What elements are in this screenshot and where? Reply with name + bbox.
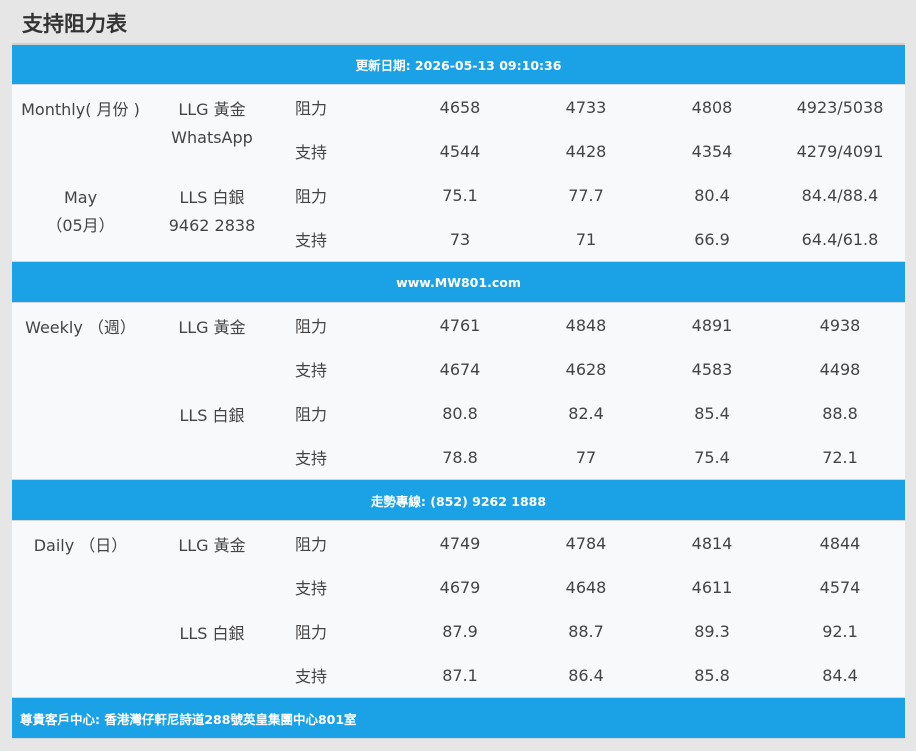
value-cell: 4544 xyxy=(439,141,481,161)
monthly-gold-sub: WhatsApp xyxy=(171,128,253,147)
row-type: 支持 xyxy=(295,579,328,598)
value-cell: 4814 xyxy=(691,533,733,553)
hotline-band-row: 走勢專線: (852) 9262 1888 xyxy=(12,479,905,521)
row-type: 支持 xyxy=(295,143,328,162)
address-text: 尊貴客戶中心: 香港灣仔軒尼詩道288號英皇集團中心801室 xyxy=(12,697,905,739)
daily-gold-cell: LLG 黃金 xyxy=(149,521,275,610)
hotline-text: 走勢專線: (852) 9262 1888 xyxy=(12,479,905,521)
monthly-gold-cell: LLG 黃金 WhatsApp xyxy=(149,85,275,174)
value-cell: 89.3 xyxy=(694,621,730,641)
value-cell: 4761 xyxy=(439,315,481,335)
address-band-row: 尊貴客戶中心: 香港灣仔軒尼詩道288號英皇集團中心801室 xyxy=(12,697,905,739)
value-cell: 4938 xyxy=(819,315,861,335)
monthly-period-cell: Monthly( 月份 ) xyxy=(12,85,149,174)
value-cell: 80.8 xyxy=(442,403,478,423)
monthly-silver-sub: 9462 2838 xyxy=(168,216,256,235)
row-type: 支持 xyxy=(295,361,328,380)
value-cell: 92.1 xyxy=(822,621,858,641)
value-cell: 4808 xyxy=(691,97,733,117)
value-cell: 4733 xyxy=(565,97,607,117)
value-cell: 4891 xyxy=(691,315,733,335)
row-type: 支持 xyxy=(295,449,328,468)
value-cell: 4749 xyxy=(439,533,481,553)
value-cell: 85.8 xyxy=(694,665,730,685)
value-cell: 4923/5038 xyxy=(796,97,884,117)
update-band-row: 更新日期: 2026-05-13 09:10:36 xyxy=(12,43,905,85)
row-type: 阻力 xyxy=(295,535,328,554)
value-cell: 88.7 xyxy=(568,621,604,641)
monthly-gold-label: LLG 黃金 xyxy=(178,100,246,119)
value-cell: 87.1 xyxy=(442,665,478,685)
row-type: 阻力 xyxy=(295,405,328,424)
value-cell: 84.4 xyxy=(822,665,858,685)
table-row: May （05月） LLS 白銀 9462 2838 阻力 75.1 77.7 … xyxy=(12,173,905,236)
value-cell: 85.4 xyxy=(694,403,730,423)
row-type: 支持 xyxy=(295,231,328,250)
value-cell: 4574 xyxy=(819,577,861,597)
daily-gold-label: LLG 黃金 xyxy=(178,536,246,555)
value-cell: 4628 xyxy=(565,359,607,379)
daily-silver-cell: LLS 白銀 xyxy=(149,609,275,698)
table-row: Monthly( 月份 ) LLG 黃金 WhatsApp 阻力 4658 47… xyxy=(12,85,905,148)
value-cell: 4611 xyxy=(691,577,733,597)
support-resistance-table: 更新日期: 2026-05-13 09:10:36 Monthly( 月份 ) … xyxy=(12,43,905,739)
value-cell: 4498 xyxy=(819,359,861,379)
value-cell: 4648 xyxy=(565,577,607,597)
value-cell: 4844 xyxy=(819,533,861,553)
monthly-month-cell: May （05月） xyxy=(12,173,149,262)
value-cell: 72.1 xyxy=(822,447,858,467)
value-cell: 86.4 xyxy=(568,665,604,685)
daily-silver-label: LLS 白銀 xyxy=(179,624,245,643)
weekly-gold-label: LLG 黃金 xyxy=(178,318,246,337)
monthly-silver-cell: LLS 白銀 9462 2838 xyxy=(149,173,275,262)
monthly-period-label: Monthly( 月份 ) xyxy=(21,100,140,119)
value-cell: 4279/4091 xyxy=(796,141,884,161)
row-type: 阻力 xyxy=(295,317,328,336)
weekly-period-label: Weekly （週） xyxy=(25,318,136,337)
value-cell: 88.8 xyxy=(822,403,858,423)
monthly-month-label: May xyxy=(63,188,98,207)
value-cell: 4354 xyxy=(691,141,733,161)
weekly-gold-cell: LLG 黃金 xyxy=(149,303,275,392)
weekly-silver-label: LLS 白銀 xyxy=(179,406,245,425)
update-date-text: 更新日期: 2026-05-13 09:10:36 xyxy=(12,43,905,85)
website-band-row: www.MW801.com xyxy=(12,261,905,303)
daily-period-cell: Daily （日） xyxy=(12,521,149,698)
value-cell: 78.8 xyxy=(442,447,478,467)
weekly-period-cell: Weekly （週） xyxy=(12,303,149,480)
value-cell: 64.4/61.8 xyxy=(801,229,879,249)
monthly-silver-label: LLS 白銀 xyxy=(179,188,245,207)
page-title: 支持阻力表 xyxy=(22,12,127,36)
weekly-silver-cell: LLS 白銀 xyxy=(149,391,275,480)
value-cell: 71 xyxy=(575,229,597,249)
value-cell: 4848 xyxy=(565,315,607,335)
value-cell: 4679 xyxy=(439,577,481,597)
value-cell: 75.1 xyxy=(442,185,478,205)
value-cell: 80.4 xyxy=(694,185,730,205)
value-cell: 87.9 xyxy=(442,621,478,641)
value-cell: 82.4 xyxy=(568,403,604,423)
value-cell: 4428 xyxy=(565,141,607,161)
value-cell: 4583 xyxy=(691,359,733,379)
row-type: 阻力 xyxy=(295,623,328,642)
value-cell: 77 xyxy=(575,447,597,467)
value-cell: 77.7 xyxy=(568,185,604,205)
website-link[interactable]: www.MW801.com xyxy=(12,261,905,303)
value-cell: 75.4 xyxy=(694,447,730,467)
value-cell: 66.9 xyxy=(694,229,730,249)
row-type: 阻力 xyxy=(295,187,328,206)
value-cell: 73 xyxy=(449,229,471,249)
table-row: Weekly （週） LLG 黃金 阻力 4761 4848 4891 4938 xyxy=(12,303,905,348)
value-cell: 4658 xyxy=(439,97,481,117)
value-cell: 84.4/88.4 xyxy=(801,185,879,205)
table-row: Daily （日） LLG 黃金 阻力 4749 4784 4814 4844 xyxy=(12,521,905,566)
row-type: 支持 xyxy=(295,667,328,686)
daily-period-label: Daily （日） xyxy=(33,536,128,555)
row-type: 阻力 xyxy=(295,99,328,118)
monthly-month-number: （05月） xyxy=(46,216,115,235)
value-cell: 4784 xyxy=(565,533,607,553)
value-cell: 4674 xyxy=(439,359,481,379)
